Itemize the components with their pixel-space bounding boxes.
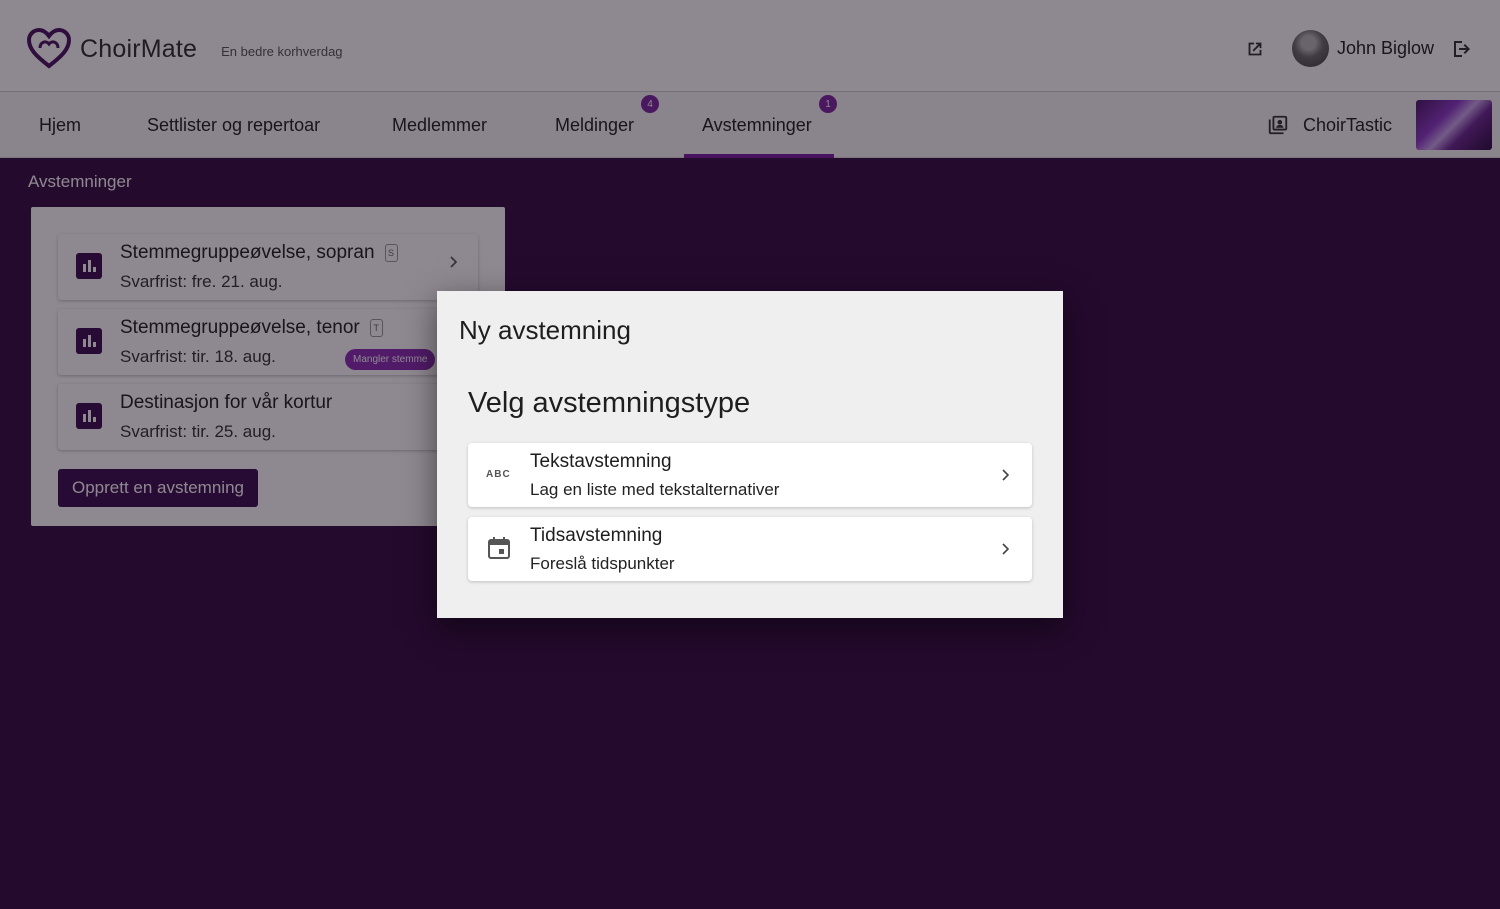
time-poll-option[interactable]: Tidsavstemning Foreslå tidspunkter xyxy=(468,517,1032,581)
chevron-right-icon xyxy=(1002,543,1010,555)
dialog-subtitle: Velg avstemningstype xyxy=(468,387,751,419)
abc-icon: ABC xyxy=(486,469,511,480)
chevron-right-icon xyxy=(1002,469,1010,481)
option-description: Lag en liste med tekstalternativer xyxy=(530,480,780,499)
dialog-title: Ny avstemning xyxy=(459,315,631,345)
calendar-icon xyxy=(488,537,510,559)
option-title: Tekstavstemning xyxy=(530,451,672,472)
option-description: Foreslå tidspunkter xyxy=(530,554,675,573)
new-poll-dialog: Ny avstemning Velg avstemningstype ABC T… xyxy=(437,291,1063,618)
text-poll-option[interactable]: ABC Tekstavstemning Lag en liste med tek… xyxy=(468,443,1032,507)
option-title: Tidsavstemning xyxy=(530,525,663,546)
